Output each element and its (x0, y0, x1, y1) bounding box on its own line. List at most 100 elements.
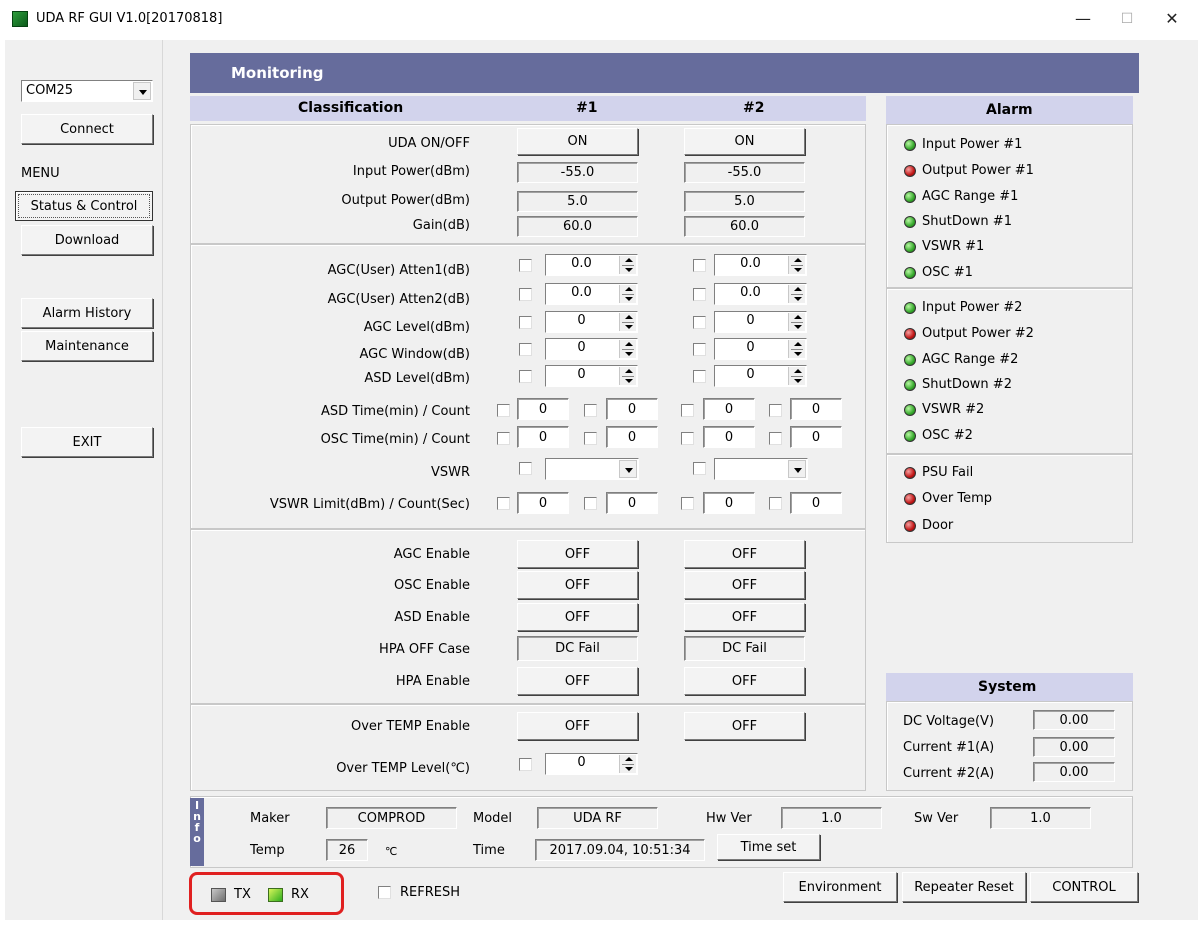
over-temp-level-spinner[interactable]: 0 (545, 753, 638, 775)
minimize-button[interactable]: — (1063, 6, 1103, 32)
info-letter: o (193, 832, 201, 845)
uda-onoff-1-button[interactable]: ON (517, 128, 638, 155)
spin-arrows-icon[interactable] (788, 285, 805, 303)
asd-count-1-checkbox[interactable] (584, 404, 597, 417)
spin-arrows-icon[interactable] (619, 367, 636, 385)
asd-enable-1-button[interactable]: OFF (517, 603, 638, 631)
atten1-2-checkbox[interactable] (693, 259, 706, 272)
alarm-history-button[interactable]: Alarm History (21, 298, 153, 328)
vswr-1-checkbox[interactable] (519, 462, 532, 475)
vswr-limit-2-checkbox[interactable] (681, 497, 694, 510)
download-button[interactable]: Download (21, 225, 153, 255)
asd-time-1-input[interactable]: 0 (517, 398, 569, 420)
vswr-count-1-checkbox[interactable] (584, 497, 597, 510)
osc-time-2-checkbox[interactable] (681, 432, 694, 445)
atten2-1-checkbox[interactable] (519, 288, 532, 301)
osc-count-1-checkbox[interactable] (584, 432, 597, 445)
refresh-checkbox[interactable] (378, 886, 391, 899)
connect-button[interactable]: Connect (21, 114, 153, 144)
vswr-2-checkbox[interactable] (693, 462, 706, 475)
asd-level-1-checkbox[interactable] (519, 370, 532, 383)
asd-level-2-spinner[interactable]: 0 (714, 365, 807, 387)
agc-window-2-checkbox[interactable] (693, 343, 706, 356)
vswr-1-select[interactable] (545, 458, 639, 480)
over-temp-enable-1-button[interactable]: OFF (517, 712, 638, 740)
repeater-reset-button[interactable]: Repeater Reset (902, 872, 1026, 902)
atten1-2-spinner[interactable]: 0.0 (714, 254, 807, 276)
asd-level-2-checkbox[interactable] (693, 370, 706, 383)
spin-arrows-icon[interactable] (788, 256, 805, 274)
osc-time-1-checkbox[interactable] (497, 432, 510, 445)
system-title: System (978, 679, 1037, 695)
alarm-label: Input Power #1 (922, 137, 1023, 152)
spin-arrows-icon[interactable] (619, 755, 636, 773)
agc-enable-1-button[interactable]: OFF (517, 540, 638, 568)
atten2-1-spinner[interactable]: 0.0 (545, 283, 638, 305)
control-button[interactable]: CONTROL (1030, 872, 1138, 902)
osc-enable-2-button[interactable]: OFF (684, 571, 805, 599)
agc-level-2-spinner[interactable]: 0 (714, 311, 807, 333)
hpa-enable-2-button[interactable]: OFF (684, 667, 805, 695)
osc-count-2-checkbox[interactable] (769, 432, 782, 445)
asd-time-1-checkbox[interactable] (497, 404, 510, 417)
alarm-title: Alarm (986, 102, 1033, 118)
spin-arrows-icon[interactable] (619, 285, 636, 303)
spin-arrows-icon[interactable] (619, 256, 636, 274)
atten1-1-checkbox[interactable] (519, 259, 532, 272)
agc-window-1-spinner[interactable]: 0 (545, 338, 638, 360)
maintenance-button[interactable]: Maintenance (21, 331, 153, 361)
asd-level-1-spinner[interactable]: 0 (545, 365, 638, 387)
vswr-2-select[interactable] (714, 458, 808, 480)
uda-onoff-2-button[interactable]: ON (684, 128, 805, 155)
chevron-down-icon[interactable] (133, 82, 151, 100)
atten2-2-checkbox[interactable] (693, 288, 706, 301)
asd-count-2-checkbox[interactable] (769, 404, 782, 417)
spin-arrows-icon[interactable] (788, 340, 805, 358)
agc-window-2-spinner[interactable]: 0 (714, 338, 807, 360)
asd-count-1-input[interactable]: 0 (606, 398, 658, 420)
close-button[interactable]: ✕ (1152, 6, 1192, 32)
alarm-label: AGC Range #2 (922, 352, 1019, 367)
time-set-button[interactable]: Time set (717, 834, 820, 860)
asd-count-2-input[interactable]: 0 (790, 398, 842, 420)
agc-level-2-checkbox[interactable] (693, 316, 706, 329)
asd-time-2-checkbox[interactable] (681, 404, 694, 417)
atten2-2-spinner[interactable]: 0.0 (714, 283, 807, 305)
atten1-1-spinner[interactable]: 0.0 (545, 254, 638, 276)
chevron-down-icon[interactable] (788, 460, 806, 478)
osc-time-2-input[interactable]: 0 (703, 426, 755, 448)
com-port-select[interactable]: COM25 (21, 80, 153, 102)
vswr-count-2-checkbox[interactable] (769, 497, 782, 510)
status-control-button[interactable]: Status & Control (15, 191, 153, 221)
vswr-count-1-input[interactable]: 0 (606, 492, 658, 514)
spinner-value: 0.0 (740, 256, 761, 271)
asd-enable-2-button[interactable]: OFF (684, 603, 805, 631)
asd-time-2-input[interactable]: 0 (703, 398, 755, 420)
environment-button[interactable]: Environment (783, 872, 897, 902)
hpa-enable-1-button[interactable]: OFF (517, 667, 638, 695)
agc-level-1-checkbox[interactable] (519, 316, 532, 329)
osc-count-2-input[interactable]: 0 (790, 426, 842, 448)
spin-arrows-icon[interactable] (788, 313, 805, 331)
spin-arrows-icon[interactable] (788, 367, 805, 385)
over-temp-level-checkbox[interactable] (519, 758, 532, 771)
agc-window-1-checkbox[interactable] (519, 343, 532, 356)
vswr-limit-2-input[interactable]: 0 (703, 492, 755, 514)
spin-arrows-icon[interactable] (619, 313, 636, 331)
exit-button[interactable]: EXIT (21, 427, 153, 457)
vswr-limit-1-checkbox[interactable] (497, 497, 510, 510)
vswr-limit-1-input[interactable]: 0 (517, 492, 569, 514)
osc-enable-1-button[interactable]: OFF (517, 571, 638, 599)
agc-level-1-spinner[interactable]: 0 (545, 311, 638, 333)
agc-enable-2-button[interactable]: OFF (684, 540, 805, 568)
vswr-count-2-input[interactable]: 0 (790, 492, 842, 514)
chevron-down-icon[interactable] (619, 460, 637, 478)
spinner-value: 0 (746, 340, 755, 355)
refresh-label: REFRESH (400, 885, 460, 900)
alarm-label: OSC #2 (922, 428, 973, 443)
maximize-button[interactable]: ☐ (1107, 6, 1147, 32)
over-temp-enable-2-button[interactable]: OFF (684, 712, 805, 740)
osc-time-1-input[interactable]: 0 (517, 426, 569, 448)
spin-arrows-icon[interactable] (619, 340, 636, 358)
osc-count-1-input[interactable]: 0 (606, 426, 658, 448)
